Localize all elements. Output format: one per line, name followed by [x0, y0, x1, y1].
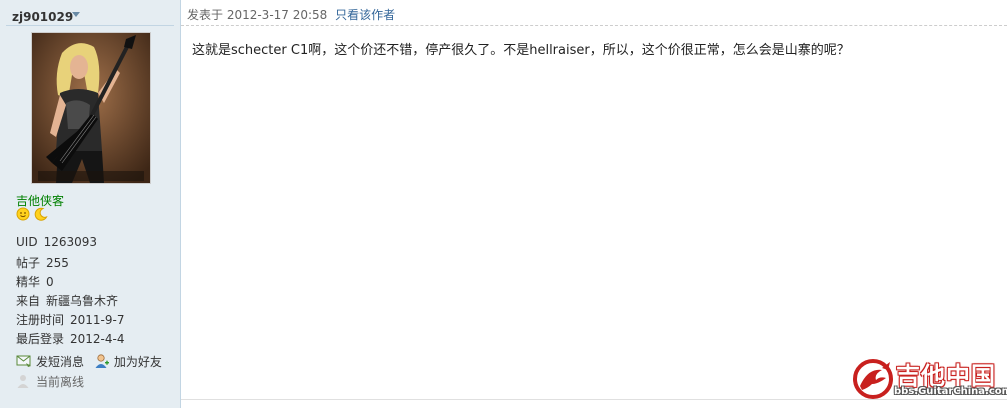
- user-sidebar: zj901029 吉他侠客 UID 1263093 帖子 255 精华 0 来自…: [0, 0, 181, 408]
- stat-location: 来自 新疆乌鲁木齐: [16, 292, 118, 309]
- add-friend-link[interactable]: 加为好友: [114, 355, 162, 369]
- dragon-logo-icon: [852, 358, 896, 403]
- message-icon[interactable]: [16, 354, 32, 371]
- user-actions: 发短消息 加为好友: [16, 353, 162, 372]
- avatar-image: [32, 33, 150, 183]
- site-watermark: 吉他中国 bbs.GuitarChina.com: [852, 356, 1007, 403]
- post-header: 发表于 2012-3-17 20:58 只看该作者: [181, 0, 1007, 26]
- stat-label: 精华: [16, 275, 41, 289]
- stat-value: 2012-4-4: [70, 332, 125, 346]
- add-friend-icon[interactable]: [94, 353, 110, 372]
- stat-label: 来自: [16, 294, 41, 308]
- send-message-link[interactable]: 发短消息: [36, 355, 84, 369]
- post-content: 这就是schecter C1啊，这个价还不错，停产很久了。不是hellraise…: [192, 43, 850, 58]
- stat-posts: 帖子 255: [16, 254, 69, 271]
- stat-last-login: 最后登录 2012-4-4: [16, 330, 124, 347]
- avatar[interactable]: [31, 32, 151, 184]
- stat-label: UID: [16, 235, 38, 249]
- stat-value: 0: [46, 275, 54, 289]
- chevron-down-icon[interactable]: [72, 12, 80, 17]
- stat-uid: UID 1263093: [16, 235, 97, 249]
- post-date: 发表于 2012-3-17 20:58: [187, 8, 328, 22]
- stat-value[interactable]: 255: [46, 256, 69, 270]
- stat-label: 注册时间: [16, 313, 65, 327]
- stat-registered: 注册时间 2011-9-7: [16, 311, 124, 328]
- sun-icon: [16, 207, 30, 224]
- username[interactable]: zj901029: [12, 10, 73, 24]
- view-author-only-link[interactable]: 只看该作者: [335, 8, 395, 22]
- stat-value: 2011-9-7: [70, 313, 125, 327]
- moon-icon: [34, 207, 48, 224]
- watermark-url: bbs.GuitarChina.com: [894, 386, 1007, 397]
- rank-icons: [16, 207, 48, 224]
- offline-user-icon: [16, 374, 32, 391]
- stat-digest: 精华 0: [16, 273, 54, 290]
- stat-value: 1263093: [43, 235, 98, 249]
- stat-label: 最后登录: [16, 332, 65, 346]
- stat-value: 新疆乌鲁木齐: [46, 294, 119, 308]
- stat-label: 帖子: [16, 256, 41, 270]
- post-meta: 发表于 2012-3-17 20:58 只看该作者: [187, 6, 395, 23]
- username-row[interactable]: zj901029: [6, 6, 174, 26]
- online-status: 当前离线: [16, 373, 84, 391]
- status-text: 当前离线: [36, 375, 85, 389]
